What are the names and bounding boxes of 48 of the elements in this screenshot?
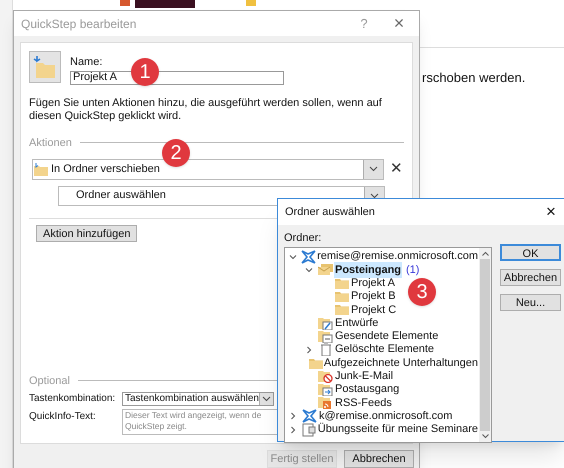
dialog-button[interactable]: OK [500, 244, 561, 260]
shortcut-dropdown[interactable]: Tastenkombination auswählen [122, 392, 274, 406]
chevron-right-icon[interactable] [305, 346, 313, 354]
outbox-folder-icon [318, 383, 333, 396]
folder-item[interactable]: Übungsseite für meine Seminare [316, 421, 479, 438]
folder-item[interactable]: Posteingang [334, 262, 402, 278]
account-icon [300, 250, 316, 264]
folder-icon [334, 278, 348, 289]
section-heading: Aktionen [29, 136, 72, 150]
scrollbar[interactable] [479, 248, 491, 442]
inbox-icon [318, 264, 333, 276]
account-icon [302, 409, 317, 424]
name-label: Name: [70, 55, 104, 70]
dialog-button[interactable]: Abbrechen [344, 450, 414, 468]
drafts-folder-icon [318, 316, 333, 330]
window-title: QuickStep bearbeiten [21, 16, 136, 32]
add-action-button[interactable]: Aktion hinzufügen [36, 224, 138, 242]
trash-icon [320, 343, 332, 356]
sent-folder-icon [318, 330, 333, 343]
folder-icon [334, 291, 348, 302]
window-title: Ordner auswählen [285, 204, 375, 220]
folder-icon [308, 358, 323, 369]
close-button[interactable]: × [536, 199, 564, 224]
unread-count: (1) [406, 262, 420, 278]
instructions-text: Fügen Sie unten Aktionen hinzu, die ausgeführt werden sollen, wenn auf diesen QuickStep geklickt wird. [29, 96, 383, 122]
message-text: rschoben werden. [422, 69, 526, 87]
action-dropdown[interactable]: In Ordner verschieben [32, 158, 384, 180]
rss-folder-icon [318, 396, 333, 410]
notebook-icon [302, 422, 316, 437]
tooltip-label: QuickInfo-Text: [29, 410, 97, 424]
scroll-up-icon[interactable] [482, 251, 488, 256]
scroll-down-icon[interactable] [482, 434, 488, 439]
chevron-down-icon[interactable] [370, 192, 379, 198]
move-folder-icon [34, 162, 48, 176]
section-heading: Optional [29, 374, 70, 388]
shortcut-label: Tastenkombination: [29, 392, 116, 406]
tree-label: Ordner: [284, 230, 322, 246]
dialog-button[interactable]: Abbrechen [500, 268, 561, 286]
remove-action-button[interactable]: ✕ [390, 158, 403, 180]
chevron-down-icon[interactable] [262, 396, 271, 402]
chevron-down-icon[interactable] [369, 166, 378, 172]
folder-tree[interactable] [284, 247, 492, 443]
dialog-button[interactable]: Neu... [500, 294, 561, 310]
ribbon-icon [246, 0, 256, 6]
ribbon-icon [120, 0, 130, 6]
junk-folder-icon [318, 370, 333, 383]
close-button[interactable]: × [379, 10, 419, 37]
folder-icon [334, 304, 348, 316]
